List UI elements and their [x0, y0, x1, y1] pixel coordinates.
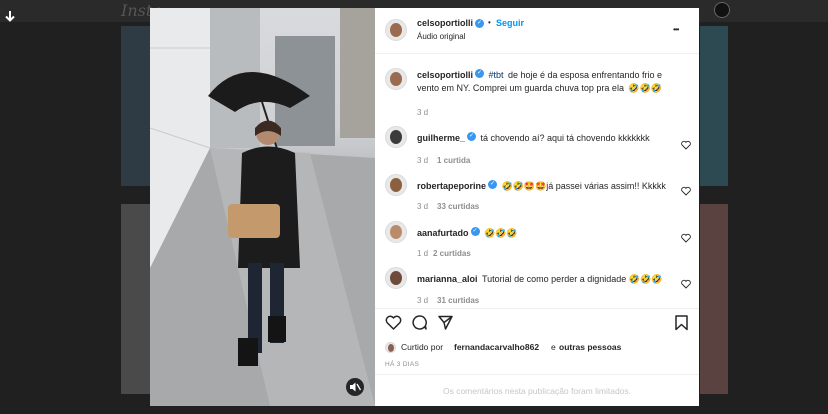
comment-text: 🤣🤣🤣	[483, 228, 518, 238]
post-details-panel: celsoportiolli ✓ • Seguir Áudio original…	[375, 8, 699, 406]
comment-likes[interactable]: 31 curtidas	[437, 296, 479, 305]
comment-body: aanafurtado ✓ 🤣🤣🤣	[417, 223, 675, 241]
verified-badge-icon: ✓	[467, 132, 477, 142]
background-grid-tile	[700, 26, 728, 186]
comment-item: robertapeporine ✓ 🤣🤣🤩🤩já passei várias as…	[375, 172, 699, 218]
download-arrow-icon[interactable]	[3, 10, 17, 24]
comment-heart-icon[interactable]	[681, 279, 691, 289]
comment-username[interactable]: robertapeporine	[417, 181, 486, 191]
caption-emoji: 🤣🤣🤣	[628, 83, 663, 93]
heart-icon[interactable]	[385, 314, 402, 331]
avatar[interactable]	[385, 19, 407, 41]
comment-bubble-icon[interactable]	[411, 314, 428, 331]
comment-likes[interactable]: 33 curtidas	[437, 202, 479, 211]
bookmark-icon[interactable]	[673, 314, 690, 331]
background-grid-tile	[121, 26, 150, 186]
comment-heart-icon[interactable]	[681, 140, 691, 150]
comment-item: aanafurtado ✓ 🤣🤣🤣 1 d 2 curtidas	[375, 219, 699, 265]
liked-by-prefix: Curtido por	[401, 342, 444, 352]
caption-time[interactable]: 3 d	[417, 108, 428, 117]
post-header: celsoportiolli ✓ • Seguir Áudio original…	[375, 8, 699, 54]
liked-by-connector: e	[551, 342, 556, 352]
avatar[interactable]	[385, 221, 407, 243]
comment-item: guilherme_ ✓ tá chovendo aí? aqui tá chov…	[375, 124, 699, 170]
comment-username[interactable]: aanafurtado	[417, 228, 469, 238]
comment-body: robertapeporine ✓ 🤣🤣🤩🤩já passei várias as…	[417, 176, 675, 194]
comment-time[interactable]: 3 d	[417, 156, 428, 165]
avatar[interactable]	[385, 126, 407, 148]
comment-body: marianna_aloi Tutorial de como perder a …	[417, 269, 675, 287]
post-caption: celsoportiolli ✓ #tbt de hoje é da esposa…	[375, 62, 699, 120]
caption-hashtag[interactable]: #tbt	[488, 70, 503, 80]
paper-plane-icon[interactable]	[437, 314, 454, 331]
caption-body: celsoportiolli ✓ #tbt de hoje é da esposa…	[417, 68, 679, 94]
verified-badge-icon: ✓	[488, 180, 498, 190]
comment-item: marianna_aloi Tutorial de como perder a …	[375, 265, 699, 307]
verified-badge-icon: ✓	[470, 227, 480, 237]
comment-likes[interactable]: 1 curtida	[437, 156, 470, 165]
avatar[interactable]	[385, 342, 396, 353]
video-frame	[150, 8, 375, 406]
header-separator: •	[488, 18, 491, 27]
comment-time[interactable]: 1 d	[417, 249, 428, 258]
comment-text: tá chovendo aí? aqui tá chovendo kkkkkkk	[480, 133, 650, 143]
comment-likes[interactable]: 2 curtidas	[433, 249, 471, 258]
comment-username[interactable]: marianna_aloi	[417, 274, 478, 284]
avatar[interactable]	[385, 174, 407, 196]
comment-text: Tutorial de como perder a dignidade 🤣🤣🤣	[481, 274, 663, 284]
comment-body: guilherme_ ✓ tá chovendo aí? aqui tá chov…	[417, 128, 675, 146]
speaker-muted-icon[interactable]	[346, 378, 364, 396]
comment-time[interactable]: 3 d	[417, 296, 428, 305]
follow-button[interactable]: Seguir	[496, 18, 524, 28]
verified-badge-icon: ✓	[475, 19, 484, 28]
background-grid-tile	[121, 204, 150, 394]
comments-limited-notice: Os comentários nesta publicação foram li…	[375, 374, 699, 406]
comment-heart-icon[interactable]	[681, 186, 691, 196]
more-options-icon[interactable]: •••	[673, 25, 679, 34]
avatar[interactable]	[385, 68, 407, 90]
audio-label[interactable]: Áudio original	[417, 32, 465, 41]
comment-username[interactable]: guilherme_	[417, 133, 465, 143]
caption-username[interactable]: celsoportiolli	[417, 70, 473, 80]
liked-by-user[interactable]: fernandacarvalho862	[454, 342, 539, 352]
post-author-username[interactable]: celsoportiolli	[417, 18, 473, 28]
verified-badge-icon: ✓	[475, 69, 485, 79]
background-profile-avatar	[714, 2, 730, 18]
post-date[interactable]: HÁ 3 DIAS	[385, 361, 419, 368]
avatar[interactable]	[385, 267, 407, 289]
comment-heart-icon[interactable]	[681, 233, 691, 243]
comment-time[interactable]: 3 d	[417, 202, 428, 211]
liked-by-others[interactable]: outras pessoas	[559, 342, 621, 352]
post-video[interactable]	[150, 8, 375, 406]
background-grid-tile	[700, 204, 728, 394]
comment-text: 🤣🤣🤩🤩já passei várias assim!! Kkkkk	[501, 181, 666, 191]
